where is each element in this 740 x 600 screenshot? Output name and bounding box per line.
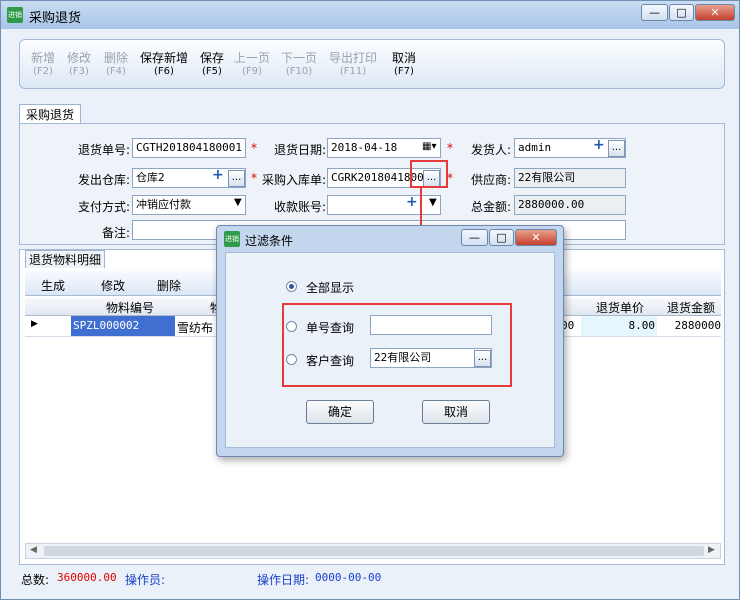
customer-browse-button[interactable]: ... xyxy=(474,350,491,367)
status-op-date-value: 0000-00-00 xyxy=(315,571,382,584)
tab-detail[interactable]: 退货物料明细 xyxy=(25,250,105,268)
chevron-down-icon[interactable]: ▼ xyxy=(234,197,242,208)
scroll-right-icon[interactable]: ▶ xyxy=(708,545,715,555)
maximize-button[interactable]: □ xyxy=(669,4,694,21)
dialog-ok-button[interactable]: 确定 xyxy=(306,400,374,424)
total-field: 2880000.00 xyxy=(514,195,626,215)
number-query-input[interactable] xyxy=(370,315,492,335)
prev-page-button[interactable]: 上一页 (F9) xyxy=(232,52,272,78)
total-label: 总金额: xyxy=(471,200,512,214)
cell-material-code[interactable]: SPZL000002 xyxy=(71,316,175,336)
cancel-button[interactable]: 取消 (F7) xyxy=(388,52,420,78)
radio-show-all[interactable] xyxy=(286,281,297,292)
by-customer-label: 客户查询 xyxy=(306,354,355,368)
return-date-label: 退货日期: xyxy=(274,143,327,157)
horizontal-scrollbar[interactable]: ◀ ▶ xyxy=(25,543,721,559)
generate-button[interactable]: 生成 xyxy=(41,277,65,294)
dialog-body: 全部显示 单号查询 客户查询 22有限公司 ... 确定 取消 xyxy=(225,252,555,448)
payment-select[interactable]: 冲销应付款 xyxy=(132,195,246,215)
return-no-field[interactable]: CGTH201804180001 xyxy=(132,138,246,158)
edit-button[interactable]: 修改 (F3) xyxy=(64,52,94,78)
remark-label: 备注: xyxy=(102,226,131,240)
cell-material-name[interactable]: 雪纺布 xyxy=(177,319,213,336)
window-title: 采购退货 xyxy=(29,11,82,26)
scroll-thumb[interactable] xyxy=(44,546,704,556)
dialog-maximize-button[interactable]: □ xyxy=(489,229,514,246)
sender-browse-button[interactable]: ... xyxy=(608,140,625,157)
save-new-button[interactable]: 保存新增 (F6) xyxy=(138,52,190,78)
export-print-button[interactable]: 导出打印 (F11) xyxy=(326,52,380,78)
status-total-label: 总数: xyxy=(21,573,50,587)
status-op-date-label: 操作日期: xyxy=(257,573,310,587)
radio-by-customer[interactable] xyxy=(286,354,297,365)
required-mark: * xyxy=(447,141,453,155)
required-mark: * xyxy=(447,171,453,185)
status-total-value: 360000.00 xyxy=(57,571,117,584)
add-sender-icon[interactable]: + xyxy=(593,137,605,153)
col-return-price[interactable]: 退货单价 xyxy=(585,299,655,316)
supplier-field: 22有限公司 xyxy=(514,168,626,188)
supplier-label: 供应商: xyxy=(471,173,512,187)
required-mark: * xyxy=(251,141,257,155)
toolbar: 新增 (F2) 修改 (F3) 删除 (F4) 保存新增 (F6) 保存 (F5) 上一页… xyxy=(19,39,725,89)
next-page-button[interactable]: 下一页 (F10) xyxy=(278,52,320,78)
cell-amount[interactable]: 2880000 xyxy=(661,319,721,332)
dialog-minimize-button[interactable]: — xyxy=(461,229,488,246)
detail-delete-button[interactable]: 删除 xyxy=(157,277,181,294)
app-icon: 进销 xyxy=(7,7,23,23)
cell-price[interactable]: 8.00 xyxy=(581,316,657,336)
payment-label: 支付方式: xyxy=(78,200,131,214)
dialog-app-icon: 进销 xyxy=(224,231,240,247)
minimize-button[interactable]: — xyxy=(641,4,668,21)
by-number-label: 单号查询 xyxy=(306,321,355,335)
row-pointer-icon: ▶ xyxy=(31,319,38,329)
col-return-amount[interactable]: 退货金额 xyxy=(661,299,721,316)
required-mark: * xyxy=(251,171,257,185)
sender-label: 发货人: xyxy=(471,143,512,157)
new-button[interactable]: 新增 (F2) xyxy=(28,52,58,78)
status-operator-label: 操作员: xyxy=(125,573,166,587)
scroll-left-icon[interactable]: ◀ xyxy=(30,545,37,555)
col-material-code[interactable]: 物料编号 xyxy=(85,299,175,316)
dialog-title: 过滤条件 xyxy=(245,234,294,248)
add-warehouse-icon[interactable]: + xyxy=(212,167,224,183)
calendar-dropdown-icon[interactable]: ▦▾ xyxy=(422,141,436,152)
highlight-box-browse xyxy=(410,160,448,188)
return-no-label: 退货单号: xyxy=(78,143,131,157)
title-bar: 进销 采购退货 — □ ✕ xyxy=(1,1,739,29)
dialog-close-button[interactable]: ✕ xyxy=(515,229,557,246)
warehouse-browse-button[interactable]: ... xyxy=(228,170,245,187)
purchase-no-label: 采购入库单: xyxy=(262,173,327,187)
detail-edit-button[interactable]: 修改 xyxy=(101,277,125,294)
tab-purchase-return[interactable]: 采购退货 xyxy=(19,104,81,124)
account-label: 收款账号: xyxy=(274,200,327,214)
radio-by-number[interactable] xyxy=(286,321,297,332)
save-button[interactable]: 保存 (F5) xyxy=(196,52,228,78)
dialog-cancel-button[interactable]: 取消 xyxy=(422,400,490,424)
close-button[interactable]: ✕ xyxy=(695,4,735,21)
filter-dialog: 进销 过滤条件 — □ ✕ 全部显示 单号查询 客户查询 22有限公司 ... … xyxy=(216,225,564,457)
warehouse-label: 发出仓库: xyxy=(78,173,131,187)
delete-button[interactable]: 删除 (F4) xyxy=(100,52,132,78)
show-all-label: 全部显示 xyxy=(306,281,355,295)
